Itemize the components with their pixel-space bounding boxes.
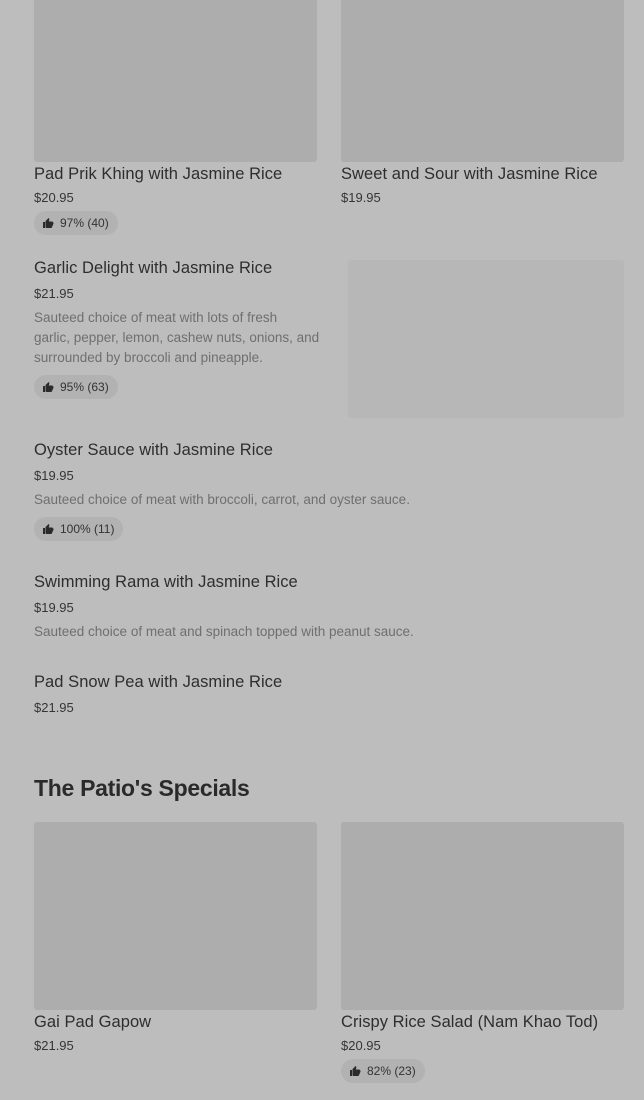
menu-item-description: Sauteed choice of meat with broccoli, ca…: [34, 492, 410, 507]
menu-item-price: $20.95: [341, 1038, 381, 1053]
menu-item-title[interactable]: Pad Prik Khing with Jasmine Rice: [34, 165, 282, 184]
menu-item-title[interactable]: Gai Pad Gapow: [34, 1013, 151, 1032]
rating-badge: 82% (23): [341, 1059, 425, 1083]
rating-badge: 95% (63): [34, 375, 118, 399]
menu-item-price: $19.95: [341, 190, 381, 205]
menu-item-price: $19.95: [34, 600, 74, 615]
menu-item-title[interactable]: Pad Snow Pea with Jasmine Rice: [34, 673, 282, 692]
menu-item-price: $21.95: [34, 286, 74, 301]
menu-item-image[interactable]: [341, 822, 624, 1010]
menu-item-price: $20.95: [34, 190, 74, 205]
menu-item-description: Sauteed choice of meat and spinach toppe…: [34, 624, 414, 639]
menu-item-image[interactable]: [341, 0, 624, 162]
thumbs-up-icon: [350, 1066, 361, 1076]
section-title: The Patio's Specials: [34, 775, 250, 801]
menu-item-title[interactable]: Crispy Rice Salad (Nam Khao Tod): [341, 1013, 598, 1032]
menu-item-image[interactable]: [34, 822, 317, 1010]
rating-text: 100% (11): [60, 522, 115, 536]
menu-item-price: $19.95: [34, 468, 74, 483]
menu-item-price: $21.95: [34, 1038, 74, 1053]
menu-item-price: $21.95: [34, 700, 74, 715]
menu-item-title[interactable]: Garlic Delight with Jasmine Rice: [34, 259, 272, 278]
rating-text: 97% (40): [60, 216, 109, 230]
menu-item-image[interactable]: [34, 0, 317, 162]
thumbs-up-icon: [43, 218, 54, 228]
menu-item-description: Sauteed choice of meat with lots of fres…: [34, 310, 320, 365]
thumbs-up-icon: [43, 382, 54, 392]
rating-badge: 100% (11): [34, 517, 124, 541]
menu-item-title[interactable]: Sweet and Sour with Jasmine Rice: [341, 165, 598, 184]
menu-item-image[interactable]: [348, 260, 624, 418]
thumbs-up-icon: [43, 524, 54, 534]
rating-text: 82% (23): [367, 1064, 416, 1078]
menu-item-title[interactable]: Oyster Sauce with Jasmine Rice: [34, 441, 273, 460]
rating-badge: 97% (40): [34, 211, 118, 235]
rating-text: 95% (63): [60, 380, 109, 394]
menu-item-title[interactable]: Swimming Rama with Jasmine Rice: [34, 573, 298, 592]
